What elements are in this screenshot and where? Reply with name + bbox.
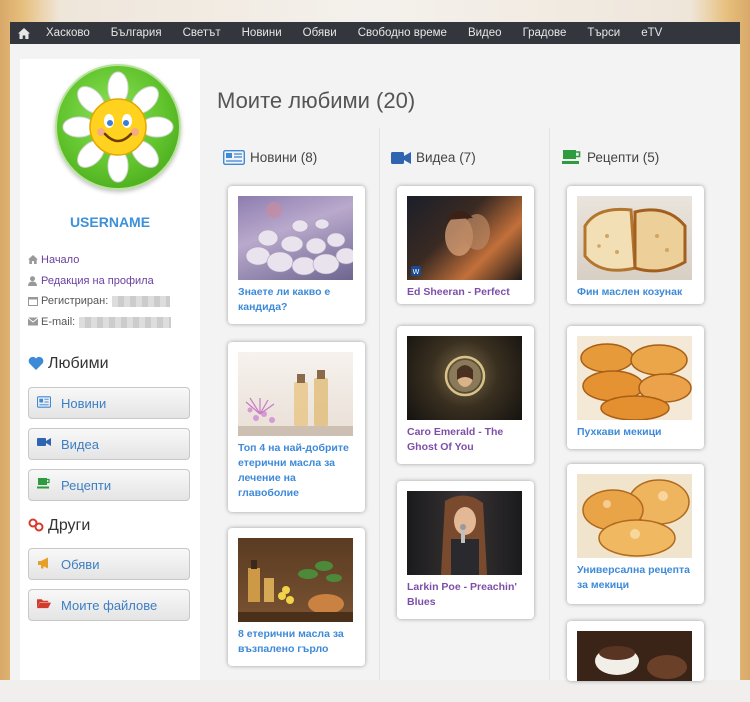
username: USERNAME <box>69 214 151 230</box>
column-header-news-label: Новини (8) <box>250 150 318 165</box>
news-card[interactable]: Топ 4 на най-добрите етерични масла за л… <box>228 342 365 512</box>
favorites-videos-label: Видеа <box>61 436 99 452</box>
favorites-news-label: Новини <box>61 395 107 411</box>
throat-oils-thumbnail <box>238 538 353 622</box>
user-icon <box>28 276 38 286</box>
video-card[interactable]: W Ed Sheeran - Perfect <box>397 186 534 304</box>
nav-item-news[interactable]: Новини <box>242 27 282 39</box>
home-link[interactable]: Начало <box>41 254 79 266</box>
home-icon <box>28 255 38 265</box>
page-title: Моите любими (20) <box>217 88 416 113</box>
video-card[interactable]: Caro Emerald - The Ghost Of You <box>397 326 534 464</box>
video-camera-icon <box>391 151 411 165</box>
favorites-title-text: Любими <box>48 355 109 372</box>
column-header-videos[interactable]: Видеа (7) <box>391 150 476 165</box>
news-card-title[interactable]: Знаете ли какво е кандида? <box>238 285 355 315</box>
content-area: USERNAME Начало Редакция на профила Реги… <box>10 44 740 681</box>
svg-text:W: W <box>413 268 420 276</box>
home-link-row[interactable]: Начало <box>28 254 79 266</box>
nav-item-haskovo[interactable]: Хасково <box>46 27 90 39</box>
coffee-cup-icon <box>562 150 582 165</box>
video-card-title[interactable]: Ed Sheeran - Perfect <box>407 285 524 300</box>
newspaper-icon <box>37 396 51 410</box>
other-section-title: Други <box>28 517 90 535</box>
news-card[interactable]: 8 етерични масла за възпалено гърло <box>228 528 365 666</box>
other-ads-button[interactable]: Обяви <box>28 548 190 580</box>
email-row: E-mail: <box>28 316 172 328</box>
caro-emerald-thumbnail <box>407 336 522 420</box>
favorites-section-title: Любими <box>28 355 109 373</box>
ed-sheeran-perfect-thumbnail: W <box>407 196 522 280</box>
registered-label: Регистриран: <box>41 295 109 307</box>
top-navbar: Хасково България Светът Новини Обяви Сво… <box>10 22 740 44</box>
column-header-videos-label: Видеа (7) <box>416 150 476 165</box>
column-divider <box>549 128 550 680</box>
column-divider <box>379 128 380 680</box>
video-camera-icon <box>37 437 51 451</box>
butter-kozunak-thumbnail <box>577 196 692 280</box>
recipe-card[interactable]: Пухкави мекици <box>567 326 704 449</box>
calendar-icon <box>28 296 38 306</box>
recipe-card-title[interactable]: Универсална рецепта за мекици <box>577 563 694 593</box>
video-card-title[interactable]: Caro Emerald - The Ghost Of You <box>407 425 524 455</box>
link-chain-icon <box>28 518 44 534</box>
favorites-news-button[interactable]: Новини <box>28 387 190 419</box>
candida-thumbnail <box>238 196 353 280</box>
daisy-smiley-image <box>62 71 174 183</box>
folder-open-icon <box>37 598 51 612</box>
news-card-title[interactable]: 8 етерични масла за възпалено гърло <box>238 627 355 657</box>
column-header-recipes[interactable]: Рецепти (5) <box>562 150 659 165</box>
puffy-mekitsi-thumbnail <box>577 336 692 420</box>
home-icon[interactable] <box>18 27 30 39</box>
nav-item-search[interactable]: Търси <box>587 27 620 39</box>
envelope-icon <box>28 317 38 327</box>
registered-row: Регистриран: <box>28 295 171 307</box>
column-header-news[interactable]: Новини (8) <box>223 150 317 165</box>
other-my-files-button[interactable]: Моите файлове <box>28 589 190 621</box>
profile-sidebar: USERNAME Начало Редакция на профила Реги… <box>20 59 200 680</box>
email-label: E-mail: <box>41 316 76 328</box>
nav-item-video[interactable]: Видео <box>468 27 502 39</box>
universal-mekitsi-thumbnail <box>577 474 692 558</box>
megaphone-icon <box>37 557 51 571</box>
video-card-title[interactable]: Larkin Poe - Preachin' Blues <box>407 580 524 610</box>
video-card[interactable]: Larkin Poe - Preachin' Blues <box>397 481 534 619</box>
other-my-files-label: Моите файлове <box>61 597 158 613</box>
other-title-text: Други <box>48 517 91 534</box>
essential-oils-thumbnail <box>238 352 353 436</box>
edit-profile-row[interactable]: Редакция на профила <box>28 275 154 287</box>
newspaper-icon <box>223 150 245 165</box>
chocolate-dessert-thumbnail <box>577 631 692 681</box>
nav-item-etv[interactable]: eTV <box>641 27 662 39</box>
nav-item-ads[interactable]: Обяви <box>303 27 337 39</box>
other-ads-label: Обяви <box>61 556 100 572</box>
email-value-redacted <box>79 316 172 328</box>
recipe-card[interactable]: Фин маслен козунак <box>567 186 704 304</box>
recipe-card[interactable] <box>567 621 704 681</box>
recipe-card-title[interactable]: Пухкави мекици <box>577 425 694 440</box>
column-header-recipes-label: Рецепти (5) <box>587 150 660 165</box>
registered-value-redacted <box>112 295 171 307</box>
nav-item-free-time[interactable]: Свободно време <box>358 27 447 39</box>
news-card-title[interactable]: Топ 4 на най-добрите етерични масла за л… <box>238 441 355 501</box>
coffee-cup-icon <box>37 478 51 492</box>
nav-item-bulgaria[interactable]: България <box>111 27 162 39</box>
favorites-recipes-label: Рецепти <box>61 477 112 493</box>
nav-item-world[interactable]: Светът <box>183 27 221 39</box>
edit-profile-link[interactable]: Редакция на профила <box>41 275 154 287</box>
recipe-card[interactable]: Универсална рецепта за мекици <box>567 464 704 604</box>
recipe-card-title[interactable]: Фин маслен козунак <box>577 285 694 300</box>
heart-icon <box>28 356 44 372</box>
favorites-recipes-button[interactable]: Рецепти <box>28 469 190 501</box>
larkin-poe-thumbnail <box>407 491 522 575</box>
news-card[interactable]: Знаете ли какво е кандида? <box>228 186 365 324</box>
avatar <box>55 64 181 190</box>
nav-item-cities[interactable]: Градове <box>523 27 567 39</box>
favorites-videos-button[interactable]: Видеа <box>28 428 190 460</box>
